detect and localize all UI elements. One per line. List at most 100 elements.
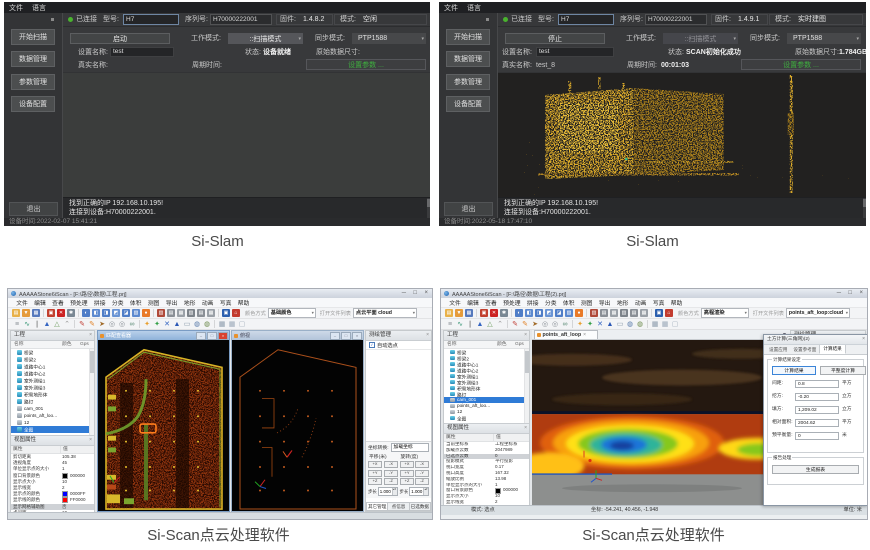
close-icon[interactable]: × xyxy=(89,436,92,445)
toolbar-icon[interactable]: ◧ xyxy=(92,309,100,317)
tree-item[interactable]: 路灯 xyxy=(11,398,94,405)
dialog-tab[interactable]: 设置参考面 xyxy=(790,346,819,354)
toolbar-icon[interactable]: ◐ xyxy=(82,309,90,317)
transform-button[interactable]: +X xyxy=(368,461,382,468)
toolbar-icon[interactable]: ◨ xyxy=(535,309,543,317)
menu-item[interactable]: 帮助 xyxy=(668,298,686,307)
file-list-select[interactable]: 点云平面 cloud▾ xyxy=(353,308,417,318)
toolbar-icon[interactable]: ▦ xyxy=(32,309,40,317)
tree-item[interactable]: 道路中心1 xyxy=(11,363,94,370)
toolbar-icon[interactable]: ◐ xyxy=(515,309,523,317)
dialog-field-input[interactable]: -0.20 xyxy=(795,393,839,401)
close-icon[interactable]: × xyxy=(524,331,527,340)
toolbar-icon[interactable]: ✎ xyxy=(78,320,87,329)
toolbar-icon[interactable]: ⌂ xyxy=(665,309,673,317)
toolbar-icon[interactable]: △ xyxy=(486,320,495,329)
tree-item[interactable]: 桥梁 xyxy=(11,349,94,356)
action-button[interactable]: 启动 xyxy=(70,33,170,44)
menu-item[interactable]: 编辑 xyxy=(31,298,49,307)
menu-item[interactable]: 导出 xyxy=(163,298,181,307)
viewport-maximize-button[interactable]: □ xyxy=(207,332,217,340)
model-input[interactable]: H7 xyxy=(123,14,179,25)
toolbar-icon[interactable]: ▤ xyxy=(600,309,608,317)
toolbar-icon[interactable]: ▧ xyxy=(565,309,573,317)
toolbar-icon[interactable]: ◪ xyxy=(122,309,130,317)
toolbar-icon[interactable]: ▲ xyxy=(43,320,52,329)
viewport-maximize-button[interactable]: □ xyxy=(341,332,351,340)
toolbar-icon[interactable]: ▦ xyxy=(640,309,648,317)
pointcloud-canvas[interactable] xyxy=(498,73,866,197)
menu-item[interactable]: 地形 xyxy=(614,298,632,307)
menu-item[interactable]: 预处理 xyxy=(67,298,91,307)
sidebar-button[interactable]: 数据管理 xyxy=(11,51,55,67)
model-input[interactable]: H7 xyxy=(558,14,614,25)
transform-button[interactable]: +Y xyxy=(400,470,414,477)
toolbar-icon[interactable]: ▤ xyxy=(197,309,205,317)
menu-item-file[interactable]: 文件 xyxy=(444,3,458,13)
document-tab-close-icon[interactable]: × xyxy=(583,332,586,338)
viewport-canvas[interactable] xyxy=(98,340,229,511)
menu-item[interactable]: 测图 xyxy=(145,298,163,307)
toolbar-icon[interactable]: ◧ xyxy=(525,309,533,317)
exit-button[interactable]: 退出 xyxy=(9,202,58,216)
menu-item[interactable]: 拼接 xyxy=(91,298,109,307)
toolbar-icon[interactable]: ✎ xyxy=(521,320,530,329)
menu-item[interactable]: 拼接 xyxy=(524,298,542,307)
menu-item[interactable]: 动画 xyxy=(632,298,650,307)
sidebar-button[interactable]: 设备配置 xyxy=(446,96,490,112)
toolbar-icon[interactable]: ▦ xyxy=(207,309,215,317)
exit-button[interactable]: 退出 xyxy=(444,202,493,216)
terrain-viewport[interactable] xyxy=(532,340,790,506)
toolbar-icon[interactable]: ⌂ xyxy=(232,309,240,317)
toolbar-icon[interactable]: ▢ xyxy=(671,320,680,329)
toolbar-icon[interactable]: ● xyxy=(575,309,583,317)
menu-item[interactable]: 写真 xyxy=(217,298,235,307)
toolbar-icon[interactable]: ▦ xyxy=(177,309,185,317)
toolbar-icon[interactable]: ◎ xyxy=(551,320,560,329)
tree-item[interactable]: points_aft_loo... xyxy=(11,412,94,419)
minimize-button[interactable]: ─ xyxy=(402,289,406,298)
set-params-button[interactable]: 设置参数 ... xyxy=(741,59,861,70)
toolbar-icon[interactable]: ▥ xyxy=(620,309,628,317)
toolbar-icon[interactable]: ✎ xyxy=(88,320,97,329)
menu-item[interactable]: 查看 xyxy=(49,298,67,307)
menu-item[interactable]: 导出 xyxy=(596,298,614,307)
work-mode-select[interactable]: ::扫描模式▾ xyxy=(228,33,303,44)
tree-item[interactable]: cam_001 xyxy=(11,405,94,412)
close-icon[interactable]: × xyxy=(524,424,527,433)
close-icon[interactable]: × xyxy=(89,331,92,340)
transform-button[interactable]: -Z xyxy=(384,478,398,485)
toolbar-icon[interactable]: ✕ xyxy=(490,309,498,317)
sync-mode-select[interactable]: PTP1588▾ xyxy=(352,33,426,44)
toolbar-icon[interactable]: ⌃ xyxy=(496,320,505,329)
viewport-minimize-button[interactable]: – xyxy=(330,332,340,340)
toolbar-icon[interactable]: ◪ xyxy=(555,309,563,317)
work-mode-select[interactable]: ::扫描模式▾ xyxy=(663,33,738,44)
toolbar-icon[interactable]: ✦ xyxy=(586,320,595,329)
toolbar-icon[interactable]: ❘ xyxy=(33,320,42,329)
toolbar-icon[interactable]: ◨ xyxy=(102,309,110,317)
sidebar-button[interactable]: 数据管理 xyxy=(446,51,490,67)
toolbar-icon[interactable]: ◍ xyxy=(636,320,645,329)
toolbar-icon[interactable]: ▣ xyxy=(480,309,488,317)
transform-button[interactable]: -X xyxy=(384,461,398,468)
close-button[interactable]: × xyxy=(424,289,428,298)
toolbar-icon[interactable]: ✦ xyxy=(576,320,585,329)
toolbar-icon[interactable]: ⌃ xyxy=(63,320,72,329)
file-list-select[interactable]: points_aft_loop:cloud▾ xyxy=(786,308,850,318)
transform-button[interactable]: +X xyxy=(400,461,414,468)
transform-button[interactable]: +Z xyxy=(400,478,414,485)
menu-item-language[interactable]: 语言 xyxy=(467,3,481,13)
log-scrollbar-thumb[interactable] xyxy=(863,199,866,207)
viewport-3d[interactable] xyxy=(63,72,430,197)
tree-item[interactable]: 12 xyxy=(11,419,94,426)
step-spinner[interactable]: 1.000▴▾ xyxy=(409,487,429,496)
toolbar-icon[interactable]: ● xyxy=(142,309,150,317)
toolbar-icon[interactable]: ➤ xyxy=(98,320,107,329)
toolbar-icon[interactable]: △ xyxy=(53,320,62,329)
menu-item[interactable]: 文件 xyxy=(13,298,31,307)
toolbar-icon[interactable]: ▼ xyxy=(455,309,463,317)
menu-item[interactable]: 编辑 xyxy=(464,298,482,307)
toolbar-icon[interactable]: ▤ xyxy=(445,309,453,317)
toolbar-icon[interactable]: ▣ xyxy=(222,309,230,317)
